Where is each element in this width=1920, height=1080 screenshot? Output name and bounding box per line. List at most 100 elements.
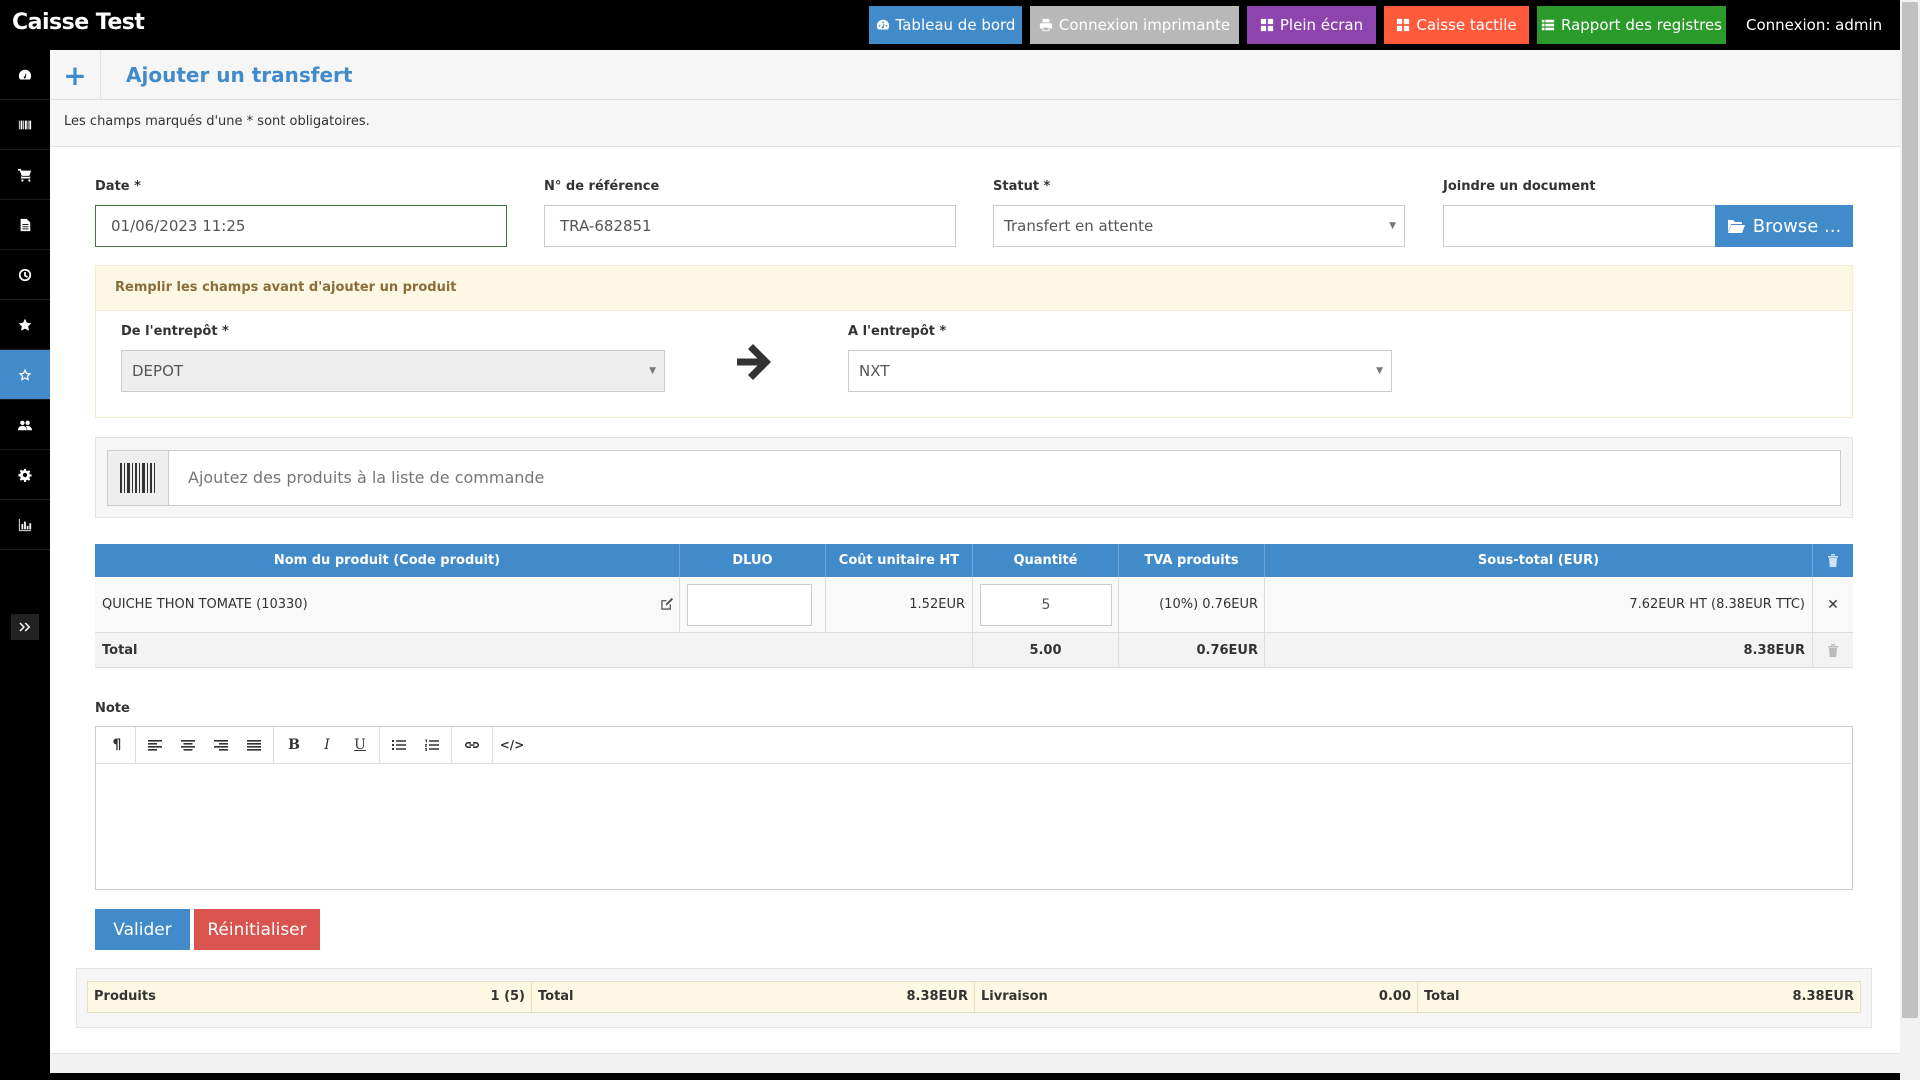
align-justify-icon[interactable] (241, 733, 267, 757)
paragraph-format-icon[interactable]: ¶ (104, 733, 130, 757)
date-field[interactable]: 01/06/2023 11:25 (95, 205, 507, 247)
register-report-button[interactable]: Rapport des registres (1537, 6, 1726, 44)
browse-button-label: Browse ... (1752, 215, 1842, 237)
to-warehouse-value: NXT (859, 362, 890, 380)
sidebar-item-people[interactable] (0, 400, 50, 450)
arrow-right-icon (733, 340, 777, 384)
required-fields-note: Les champs marqués d'une * sont obligato… (50, 100, 1900, 147)
underline-icon[interactable]: U (347, 733, 373, 757)
print-icon (1039, 18, 1053, 32)
numbered-list-icon[interactable] (419, 733, 445, 757)
date-label: Date * (95, 179, 141, 194)
status-select[interactable]: Transfert en attente ▼ (993, 205, 1405, 247)
bold-icon[interactable]: B (281, 733, 307, 757)
reference-label: N° de référence (544, 179, 660, 194)
barcode-icon (108, 451, 169, 505)
from-warehouse-select[interactable]: DEPOT ▼ (121, 350, 665, 392)
totals-shipping-label: Livraison (981, 989, 1048, 1004)
totals-total-value: 8.38EUR (906, 989, 968, 1004)
italic-icon[interactable]: I (314, 733, 340, 757)
sidebar-toggle-button[interactable] (11, 614, 39, 640)
touch-pos-button-label: Caisse tactile (1416, 16, 1517, 34)
from-warehouse-value: DEPOT (132, 362, 184, 380)
totals-bar: Produits 1 (5) Total 8.38EUR Livraison 0… (87, 981, 1861, 1013)
sidebar-item-dashboard[interactable] (0, 50, 50, 100)
quantity-cell: 5 (973, 577, 1119, 633)
product-name-cell: QUICHE THON TOMATE (10330) (95, 577, 680, 633)
align-left-icon[interactable] (142, 733, 168, 757)
edit-icon[interactable] (661, 597, 674, 610)
col-subtotal[interactable]: Sous-total (EUR) (1265, 544, 1813, 577)
sidebar-item-quotes[interactable] (0, 200, 50, 250)
sidebar-item-sales[interactable] (0, 150, 50, 200)
fullscreen-button-label: Plein écran (1279, 16, 1364, 34)
chevron-down-icon: ▼ (1376, 366, 1383, 376)
login-status[interactable]: Connexion: admin (1746, 6, 1882, 44)
cogs-icon (18, 468, 32, 482)
table-header: Nom du produit (Code produit) DLUO Coût … (95, 544, 1853, 577)
note-editor: ¶ B I U </> (95, 726, 1853, 890)
reference-field[interactable]: TRA-682851 (544, 205, 956, 247)
browse-button[interactable]: Browse ... (1715, 205, 1853, 247)
sidebar-item-history[interactable] (0, 250, 50, 300)
bullet-list-icon[interactable] (386, 733, 412, 757)
fullscreen-button[interactable]: Plein écran (1247, 6, 1376, 44)
clock-icon (18, 268, 32, 281)
align-center-icon[interactable] (175, 733, 201, 757)
sidebar-item-products[interactable] (0, 100, 50, 150)
dashboard-button[interactable]: Tableau de bord (869, 6, 1022, 44)
quantity-input[interactable]: 5 (980, 584, 1112, 626)
reset-button[interactable]: Réinitialiser (194, 909, 320, 950)
footer-total-label: Total (95, 633, 973, 668)
table-footer: Total 5.00 0.76EUR 8.38EUR (95, 633, 1853, 668)
document-field[interactable] (1443, 205, 1716, 247)
footer-tax: 0.76EUR (1119, 633, 1265, 668)
submit-button[interactable]: Valider (95, 909, 190, 950)
star-outline-icon (18, 368, 32, 381)
table-row: QUICHE THON TOMATE (10330) 1.52EUR 5 (10… (95, 577, 1853, 633)
sidebar-item-favorites[interactable] (0, 300, 50, 350)
totals-products-label: Produits (94, 989, 156, 1004)
add-product-placeholder: Ajoutez des produits à la liste de comma… (188, 468, 545, 487)
plus-icon[interactable]: + (50, 50, 101, 100)
col-unit-cost[interactable]: Coût unitaire HT (826, 544, 973, 577)
totals-shipping: Livraison 0.00 (975, 982, 1418, 1012)
chevron-down-icon: ▼ (649, 366, 656, 376)
col-tax[interactable]: TVA produits (1119, 544, 1265, 577)
sidebar-item-reports[interactable] (0, 500, 50, 550)
col-product-name[interactable]: Nom du produit (Code produit) (95, 544, 680, 577)
totals-products: Produits 1 (5) (88, 982, 532, 1012)
printer-connection-label: Connexion imprimante (1058, 16, 1231, 34)
col-quantity[interactable]: Quantité (973, 544, 1119, 577)
touch-pos-button[interactable]: Caisse tactile (1384, 6, 1529, 44)
sidebar-item-settings[interactable] (0, 450, 50, 500)
fullscreen-icon (1260, 18, 1273, 32)
align-right-icon[interactable] (208, 733, 234, 757)
scrollbar-thumb[interactable] (1902, 2, 1918, 1018)
status-label: Statut * (993, 179, 1051, 194)
star-icon (18, 318, 32, 331)
col-dluo[interactable]: DLUO (680, 544, 826, 577)
note-label: Note (95, 701, 130, 716)
trash-icon (1813, 544, 1853, 577)
remove-row-icon[interactable]: ✕ (1813, 577, 1853, 633)
dluo-cell (680, 577, 826, 633)
page-header: + Ajouter un transfert (50, 50, 1900, 100)
product-name: QUICHE THON TOMATE (10330) (102, 597, 308, 612)
dluo-input[interactable] (687, 584, 812, 626)
to-warehouse-select[interactable]: NXT ▼ (848, 350, 1392, 392)
add-product-panel: Ajoutez des produits à la liste de comma… (95, 437, 1853, 518)
to-warehouse-label: A l'entrepôt * (848, 324, 947, 339)
add-product-input[interactable]: Ajoutez des produits à la liste de comma… (107, 450, 1841, 506)
totals-total-label: Total (538, 989, 574, 1004)
list-icon (1541, 19, 1555, 31)
code-view-icon[interactable]: </> (499, 733, 525, 757)
link-icon[interactable] (459, 733, 485, 757)
sidebar-item-transfers[interactable] (0, 350, 50, 400)
printer-connection-button[interactable]: Connexion imprimante (1030, 6, 1239, 44)
totals-panel: Produits 1 (5) Total 8.38EUR Livraison 0… (76, 968, 1872, 1028)
folder-open-icon (1726, 220, 1745, 233)
double-chevron-right-icon (19, 622, 31, 632)
app-title[interactable]: Caisse Test (12, 10, 145, 35)
note-textarea[interactable] (96, 764, 1852, 889)
